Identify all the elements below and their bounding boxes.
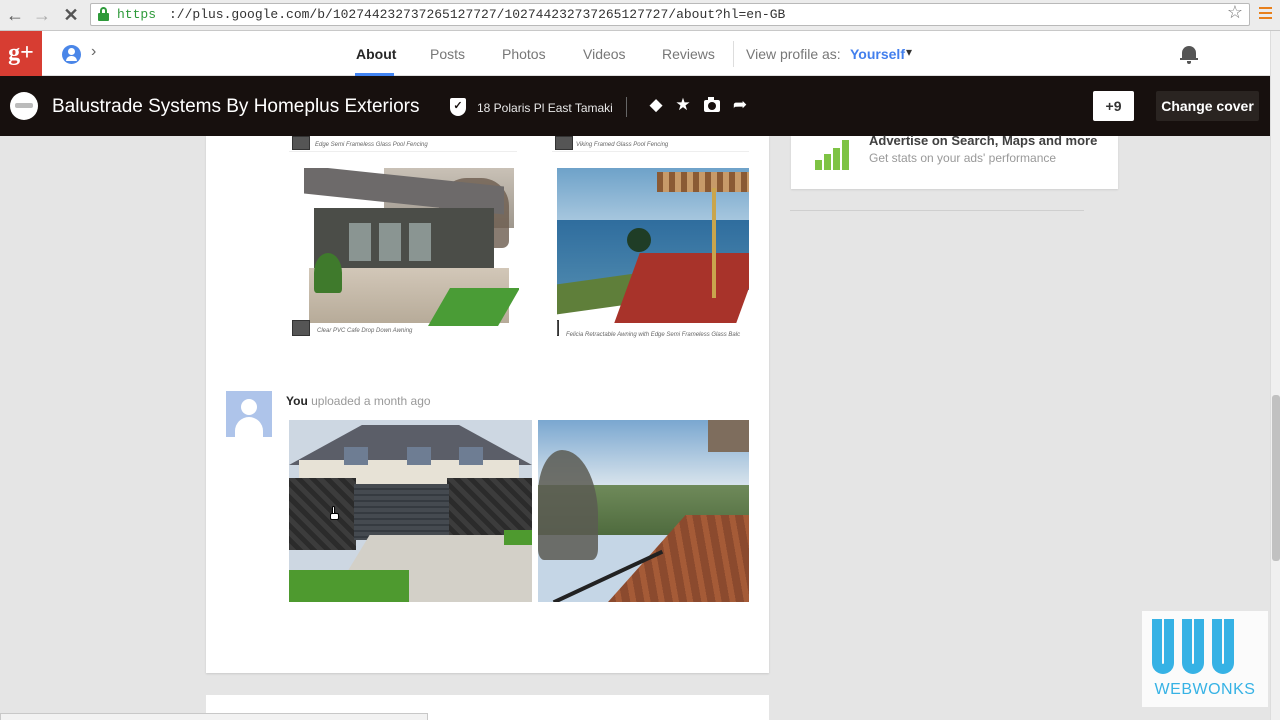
bookmark-star-icon[interactable]: ☆ [1227,4,1243,25]
post-meta: You uploaded a month ago [286,394,431,408]
view-as-dropdown[interactable]: Yourself [850,46,905,62]
directions-icon[interactable]: ◆ [646,94,666,116]
tab-about[interactable]: About [356,46,396,62]
account-avatar-icon[interactable] [62,45,81,64]
photo-caption: Viking Framed Glass Pool Fencing [576,142,669,148]
photo-house-gate[interactable] [289,420,532,602]
star-review-icon[interactable]: ★ [673,94,693,116]
tab-photos[interactable]: Photos [502,46,546,62]
browser-toolbar: ← → ✕ https ://plus.google.com/b/1027442… [0,0,1280,31]
bar-chart-icon [815,136,857,170]
tab-videos[interactable]: Videos [583,46,626,62]
notification-bell-icon[interactable] [1180,44,1198,64]
share-arrow-icon[interactable]: ➦ [730,94,750,116]
chevron-right-icon[interactable]: › [91,43,96,61]
verified-shield-icon: ✓ [450,98,466,116]
brand-logo-icon [557,320,559,336]
back-arrow-icon[interactable]: ← [4,4,26,26]
photo-deck-view[interactable] [538,420,749,602]
lock-icon [98,7,109,21]
stop-loading-icon[interactable]: ✕ [60,4,82,26]
post-author-avatar[interactable] [226,391,272,437]
page-scrollbar[interactable] [1270,31,1280,720]
scrollbar-thumb[interactable] [1272,395,1280,561]
forward-arrow-icon[interactable]: → [31,4,53,26]
plus-one-count-button[interactable]: +9 [1093,91,1134,121]
page-title-bar: Balustrade Systems By Homeplus Exteriors… [0,76,1270,136]
post-action: uploaded a month ago [307,394,431,408]
view-as-label: View profile as: [746,46,841,62]
title-divider [626,97,627,117]
photo-sea-balcony[interactable]: Felicia Retractable Awning with Edge Sem… [557,168,749,340]
change-cover-button[interactable]: Change cover [1156,91,1259,121]
hand-cursor-icon [329,506,339,520]
sidebar-divider [790,210,1084,211]
gplus-header: g+ › About Posts Photos Videos Reviews V… [0,31,1270,76]
chevron-down-icon[interactable]: ▾ [906,45,912,59]
address-bar[interactable]: https ://plus.google.com/b/1027442327372… [90,3,1250,26]
photo-caption: Felicia Retractable Awning with Edge Sem… [566,332,741,338]
advertise-subtitle: Get stats on your ads' performance [869,151,1057,165]
browser-menu-icon[interactable] [1259,7,1272,19]
tab-posts[interactable]: Posts [430,46,465,62]
webwonks-watermark: WEBWONKS [1142,611,1268,707]
browser-status-bar [0,713,428,720]
page-title: Balustrade Systems By Homeplus Exteriors [52,96,420,117]
page-avatar[interactable] [10,92,38,120]
url-path: ://plus.google.com/b/1027442327372651277… [169,7,786,22]
photo-caption: Edge Semi Frameless Glass Pool Fencing [315,142,428,148]
webwonks-logo-icon [1152,619,1256,674]
photo-caption: Clear PVC Cafe Drop Down Awning [317,328,413,334]
advertise-card[interactable]: Advertise on Search, Maps and more Get s… [791,133,1118,189]
camera-icon[interactable] [704,97,720,112]
gplus-logo[interactable]: g+ [0,31,42,76]
tab-reviews[interactable]: Reviews [662,46,715,62]
photo-awning-house[interactable]: Clear PVC Cafe Drop Down Awning [289,168,519,338]
page-address: 18 Polaris Pl East Tamaki [477,101,613,115]
header-divider [733,41,734,67]
url-scheme: https [117,7,157,22]
brand-logo-icon [555,136,573,150]
brand-logo-icon [292,136,310,150]
advertise-title[interactable]: Advertise on Search, Maps and more [869,133,1097,148]
post-author[interactable]: You [286,394,308,408]
photo-top-strip-left: Edge Semi Frameless Glass Pool Fencing [289,136,517,152]
brand-logo-icon [292,320,310,336]
watermark-text: WEBWONKS [1154,681,1256,698]
photo-top-strip-right: Viking Framed Glass Pool Fencing [552,136,749,152]
